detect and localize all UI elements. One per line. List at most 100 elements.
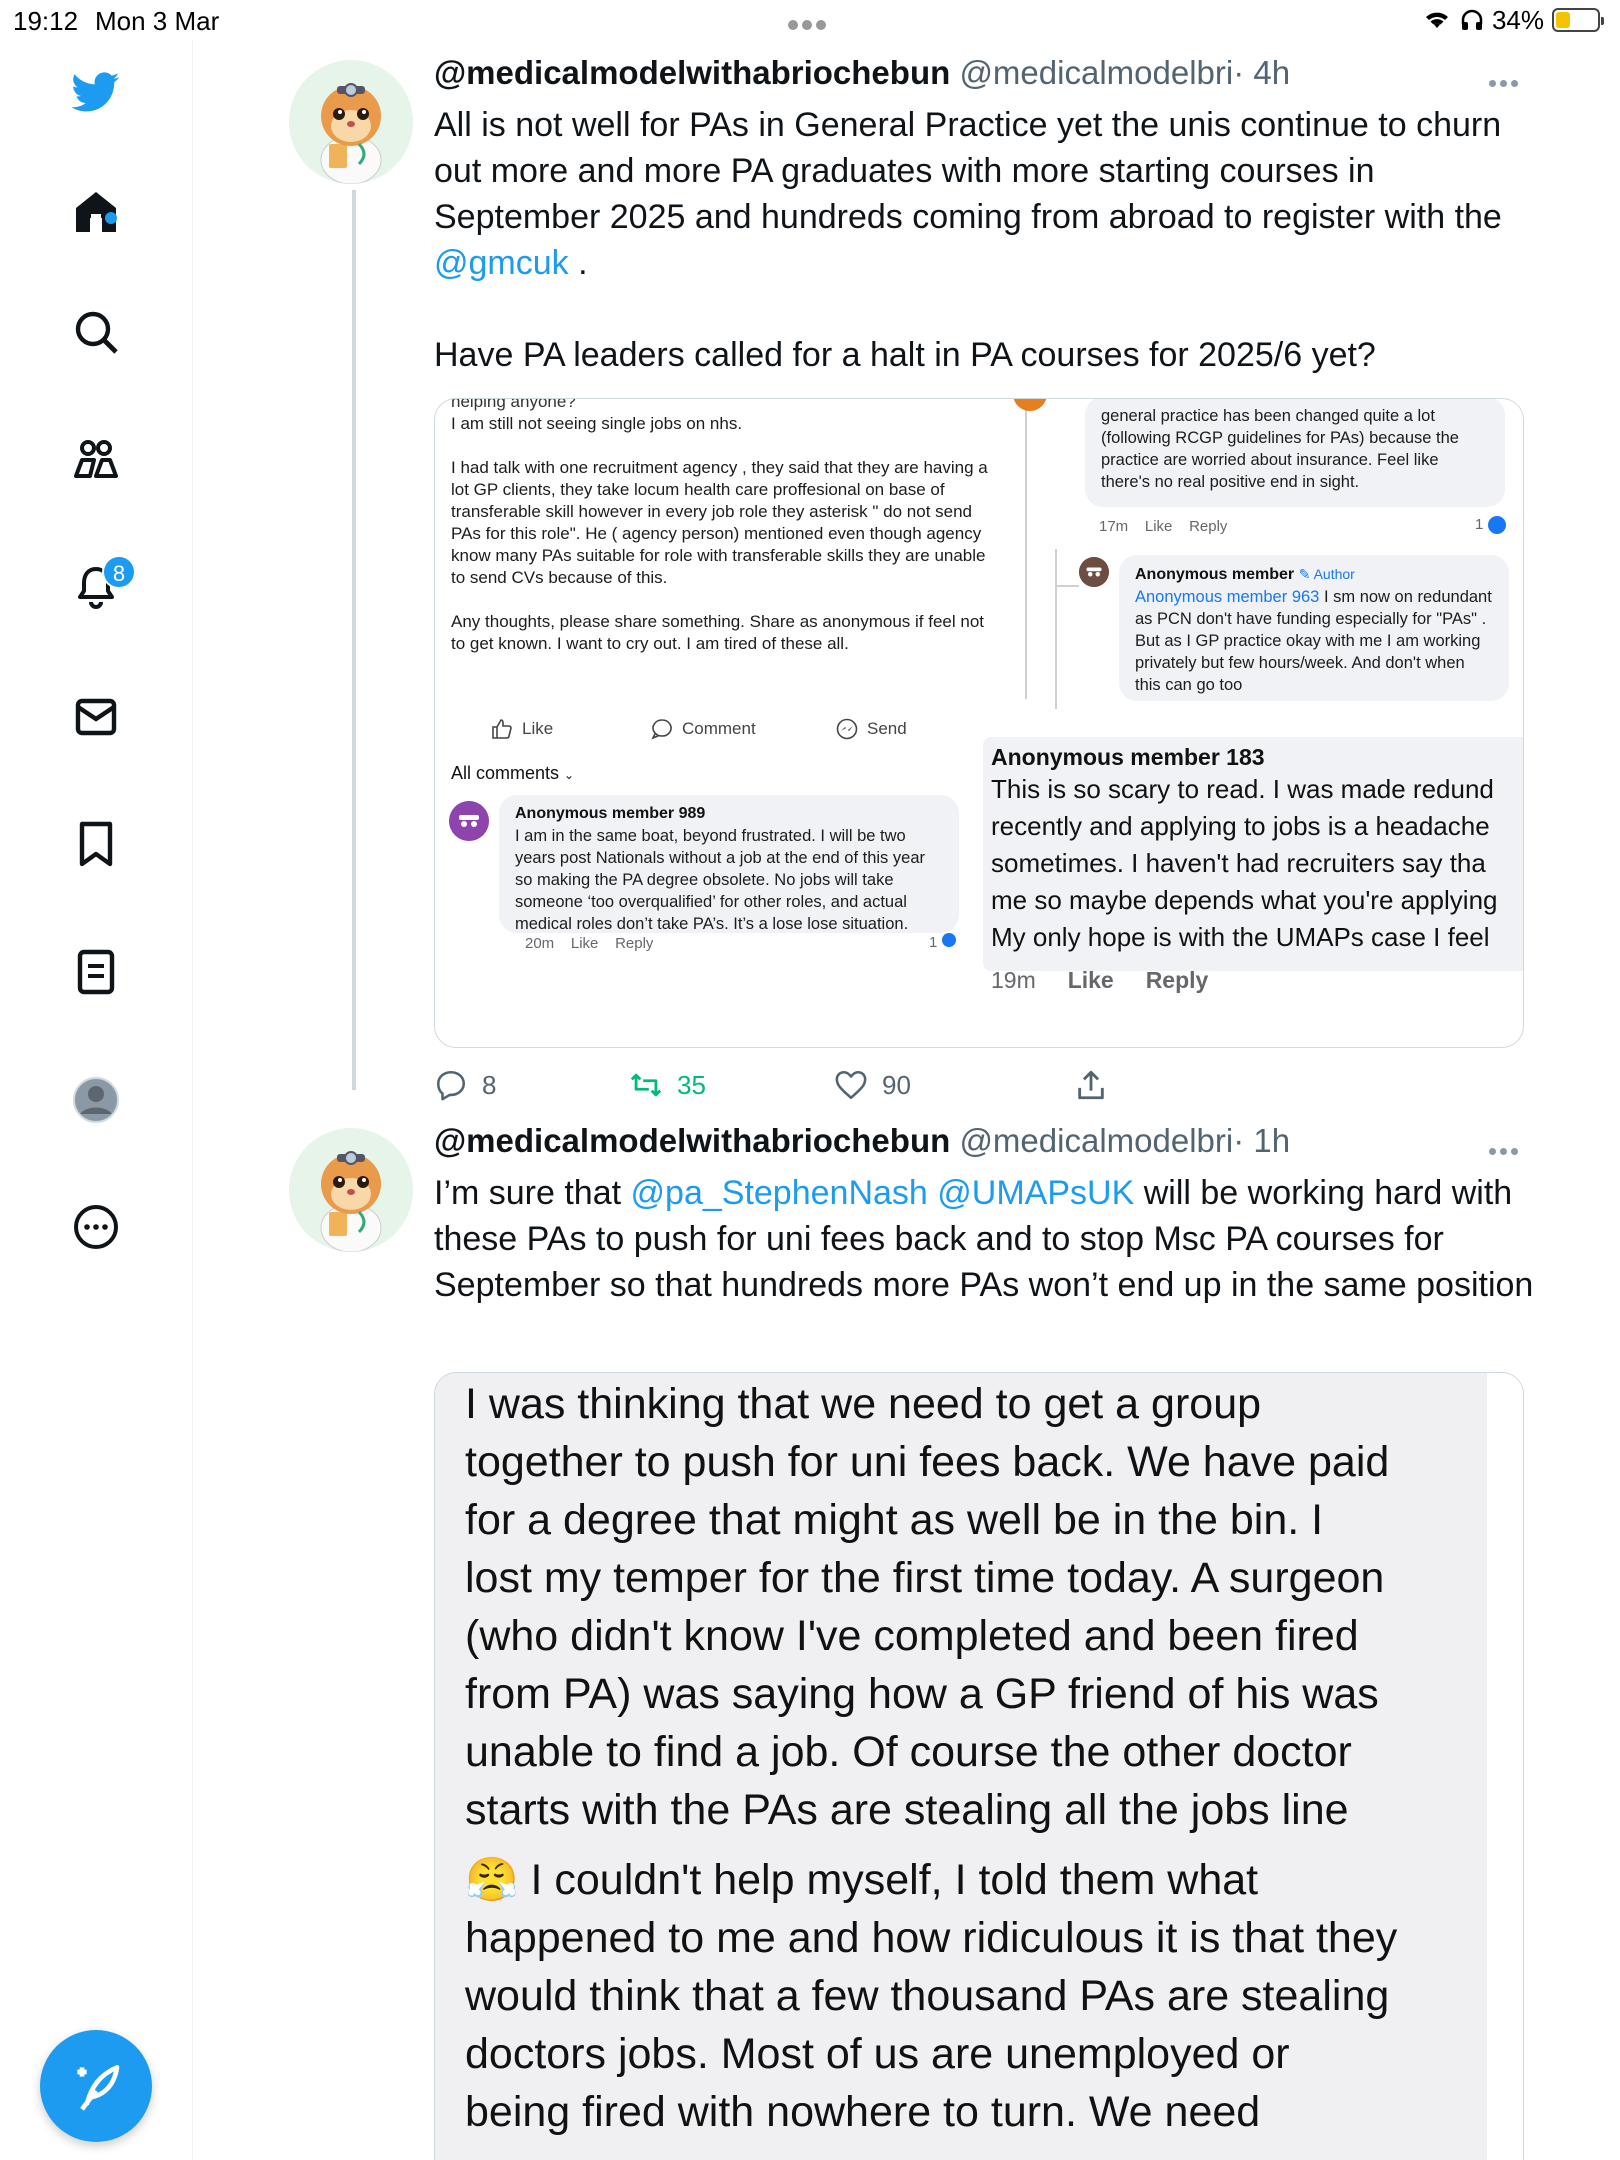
mention-link[interactable]: @UMAPsUK (937, 1174, 1134, 1212)
anonymous-avatar-icon (1079, 557, 1109, 587)
tweet-text-part: Have PA leaders called for a halt in PA … (434, 336, 1376, 374)
comment-text: general practice has been changed quite … (1101, 407, 1459, 491)
bookmarks-icon[interactable] (64, 812, 128, 876)
author-badge: ✎ Author (1298, 566, 1355, 582)
home-icon[interactable] (64, 180, 128, 244)
tweet-image[interactable]: I was thinking that we need to get a gro… (434, 1372, 1524, 2160)
messenger-icon (836, 718, 858, 740)
fb-comment-action: Comment (650, 717, 756, 741)
share-icon (1078, 1070, 1104, 1100)
commenter-name: Anonymous member (1135, 566, 1295, 583)
screenshot-line: lost my temper for the first time today.… (465, 1554, 1385, 1602)
tweet-image[interactable]: helping anyone? I am still not seeing si… (434, 398, 1524, 1048)
mention-link[interactable]: @gmcuk (434, 244, 569, 282)
facebook-post-screenshot: helping anyone? I am still not seeing si… (451, 399, 991, 655)
post-text-cut: helping anyone? (451, 398, 576, 411)
heart-icon (835, 1070, 867, 1100)
comment-line: recently and applying to jobs is a heada… (991, 811, 1490, 841)
post-text: I had talk with one recruitment agency ,… (451, 458, 988, 587)
home-unread-dot (105, 212, 117, 224)
like-button[interactable]: 90 (834, 1068, 911, 1102)
tweet-header: @medicalmodelwithabriochebun @medicalmod… (434, 1122, 1290, 1160)
send-label: Send (867, 719, 907, 738)
more-icon[interactable] (64, 1195, 128, 1259)
reply-count: 8 (482, 1069, 497, 1100)
reply-thread-line (1055, 549, 1057, 709)
comment-like: Like (1067, 967, 1114, 993)
mention-link[interactable]: @pa_StephenNash (631, 1174, 928, 1212)
twitter-logo-icon[interactable] (64, 60, 128, 124)
tweet-header: @medicalmodelwithabriochebun @medicalmod… (434, 54, 1290, 92)
reply-button[interactable]: 8 (434, 1068, 496, 1102)
messages-icon[interactable] (64, 685, 128, 749)
multitasking-dots-icon[interactable] (788, 17, 832, 30)
hamster-doctor-avatar-icon (289, 60, 413, 184)
battery-percent: 34% (1491, 4, 1544, 35)
comment-reply: Reply (1145, 967, 1209, 993)
more-options-icon[interactable] (1489, 74, 1529, 87)
headphones-icon (1461, 9, 1483, 30)
tweet-text-part: . (578, 244, 588, 282)
share-button[interactable] (1074, 1068, 1108, 1102)
retweet-count: 35 (677, 1069, 706, 1100)
comment-meta: 19m Like Reply (991, 966, 1523, 994)
screenshot-line: would think that a few thousand PAs are … (465, 1972, 1390, 2020)
display-name[interactable]: @medicalmodelwithabriochebun (434, 54, 950, 91)
display-name[interactable]: @medicalmodelwithabriochebun (434, 1122, 950, 1159)
comment-meta: 20m Like Reply (525, 935, 653, 951)
sidebar: 8 (0, 40, 193, 2160)
user-handle[interactable]: @medicalmodelbri (959, 1122, 1233, 1159)
author-label: Author (1313, 566, 1355, 582)
comment-line: me so maybe depends what you're applying (991, 885, 1498, 915)
avatar[interactable] (289, 60, 413, 184)
comment-reaction-count: 1 (1475, 516, 1506, 535)
screenshot-line: I couldn't help myself, I told them what (530, 1856, 1259, 1904)
comment-line: My only hope is with the UMAPs case I fe… (991, 922, 1490, 952)
user-handle[interactable]: @medicalmodelbri (959, 54, 1233, 91)
tweet-time[interactable]: · 4h (1233, 54, 1290, 91)
retweet-button[interactable]: 35 (629, 1068, 706, 1102)
comment-time: 19m (991, 967, 1036, 993)
comment-bubble: general practice has been changed quite … (1085, 399, 1505, 507)
lists-icon[interactable] (64, 940, 128, 1004)
comment-time: 20m (525, 935, 555, 951)
avatar[interactable] (289, 1128, 413, 1252)
tweet[interactable]: @medicalmodelwithabriochebun @medicalmod… (194, 1108, 1620, 2160)
reply-branch-line (1055, 585, 1079, 587)
compose-tweet-button[interactable] (40, 2030, 152, 2142)
like-label: Like (522, 719, 554, 738)
comment-line: sometimes. I haven't had recruiters say … (991, 848, 1486, 878)
commenter-avatar-icon (1013, 399, 1047, 411)
tweet-time[interactable]: · 1h (1233, 1122, 1290, 1159)
fb-like-action: Like (490, 717, 553, 741)
screenshot-line: starts with the PAs are stealing all the… (465, 1786, 1349, 1834)
tweet[interactable]: @medicalmodelwithabriochebun @medicalmod… (194, 40, 1620, 1110)
all-comments-dropdown: All comments ⌄ (451, 763, 575, 783)
tweet-text-part: I’m sure that (434, 1174, 622, 1212)
comment-line: This is so scary to read. I was made red… (991, 774, 1494, 804)
comment-bubble-icon (651, 719, 672, 740)
tweet-actions: 8 35 90 (434, 1068, 1114, 1108)
image-right-margin (1487, 1373, 1523, 2160)
screenshot-line: from PA) was saying how a GP friend of h… (465, 1670, 1379, 1718)
search-icon[interactable] (64, 300, 128, 364)
hamster-doctor-avatar-icon (289, 1128, 413, 1252)
comment-text: I am in the same boat, beyond frustrated… (515, 827, 925, 933)
profile-icon[interactable] (64, 1068, 128, 1132)
commenter-name: Anonymous member 989 (515, 805, 706, 822)
screenshot-line: for a degree that might as well be in th… (465, 1496, 1324, 1544)
comment-reply: Reply (1189, 518, 1228, 535)
more-options-icon[interactable] (1489, 1142, 1529, 1155)
thumbs-up-icon (492, 719, 512, 739)
reaction-count: 1 (1475, 516, 1484, 533)
anonymous-avatar-icon (449, 801, 489, 841)
like-reaction-icon (941, 933, 956, 947)
status-time: 19:12 (13, 6, 79, 36)
screenshot-line: being fired with nowhere to turn. We nee… (465, 2088, 1261, 2136)
post-text: I am still not seeing single jobs on nhs… (451, 414, 743, 433)
screenshot-text: I was thinking that we need to get a gro… (435, 1375, 1427, 2141)
wifi-icon (1425, 12, 1448, 28)
screenshot-line: (who didn't know I've completed and been… (465, 1612, 1359, 1660)
communities-icon[interactable] (64, 428, 128, 492)
comment-label: Comment (682, 719, 756, 738)
